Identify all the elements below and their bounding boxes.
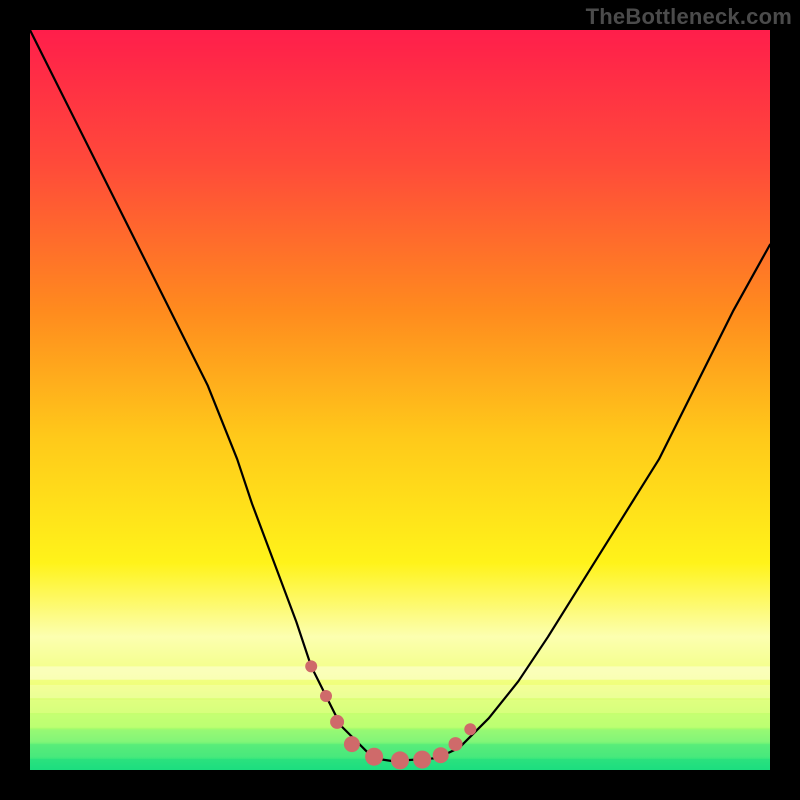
gradient-band <box>30 685 770 698</box>
gradient-band <box>30 715 770 728</box>
highlight-dot <box>449 737 463 751</box>
highlight-dot <box>433 747 449 763</box>
plot-area <box>30 30 770 770</box>
gradient-band <box>30 666 770 679</box>
watermark-label: TheBottleneck.com <box>586 4 792 30</box>
gradient-band <box>30 700 770 713</box>
highlight-dot <box>365 748 383 766</box>
highlight-dot <box>413 751 431 769</box>
chart-frame: TheBottleneck.com <box>0 0 800 800</box>
highlight-dot <box>464 723 476 735</box>
chart-svg <box>30 30 770 770</box>
gradient-background <box>30 30 770 770</box>
highlight-dot <box>305 660 317 672</box>
highlight-dot <box>330 715 344 729</box>
highlight-dot <box>320 690 332 702</box>
highlight-dot <box>344 736 360 752</box>
gradient-band <box>30 729 770 742</box>
highlight-dot <box>391 751 409 769</box>
